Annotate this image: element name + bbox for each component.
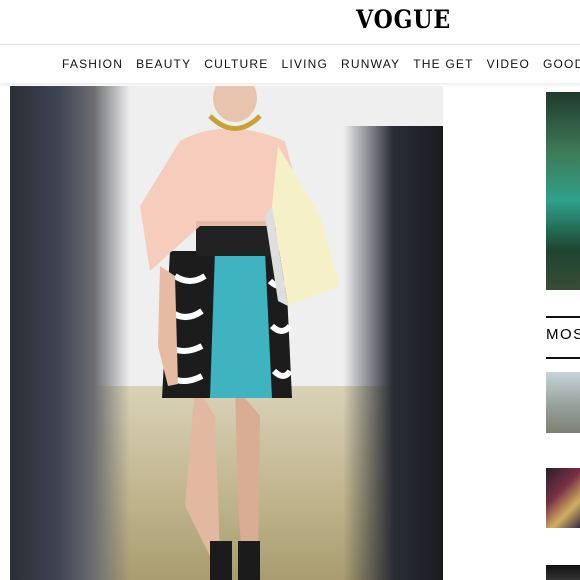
sidebar-feature-image[interactable] [546, 92, 580, 290]
site-header: VOGUE [0, 0, 580, 44]
nav-item-living[interactable]: LIVING [281, 57, 328, 71]
sidebar-story-thumbnail-2[interactable] [546, 468, 580, 528]
sidebar-heading: MOS [546, 326, 580, 343]
runway-hero-image[interactable] [10, 86, 443, 580]
nav-item-good-morning-vogue[interactable]: GOOD MORNING VOGUE [543, 57, 580, 71]
nav-items: FASHION BEAUTY CULTURE LIVING RUNWAY THE… [62, 57, 580, 71]
nav-item-beauty[interactable]: BEAUTY [136, 57, 191, 71]
nav-item-the-get[interactable]: THE GET [413, 57, 473, 71]
header-divider [0, 44, 580, 45]
sidebar-story-thumbnail-1[interactable] [546, 372, 580, 433]
runway-model-figure [140, 86, 340, 580]
nav-item-runway[interactable]: RUNWAY [341, 57, 400, 71]
vogue-logo[interactable]: VOGUE [356, 5, 451, 34]
nav-item-fashion[interactable]: FASHION [62, 57, 123, 71]
sidebar-divider-bottom [546, 357, 580, 359]
nav-item-culture[interactable]: CULTURE [204, 57, 268, 71]
sidebar-story-thumbnail-3[interactable] [546, 565, 580, 580]
main-nav: FASHION BEAUTY CULTURE LIVING RUNWAY THE… [0, 46, 580, 83]
nav-item-video[interactable]: VIDEO [487, 57, 530, 71]
sidebar-divider-top [546, 316, 580, 318]
